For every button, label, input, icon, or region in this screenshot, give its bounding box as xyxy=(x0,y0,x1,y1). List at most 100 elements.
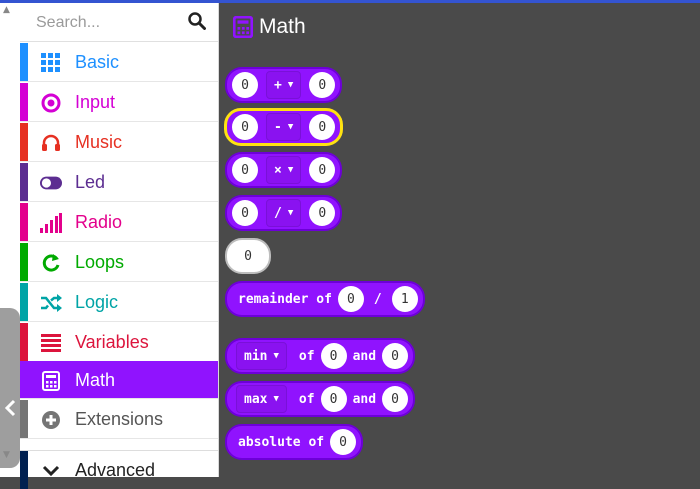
collapse-toolbox-button[interactable] xyxy=(0,388,20,428)
function-dropdown[interactable]: max ▼ xyxy=(236,385,287,413)
category-label: Music xyxy=(75,132,123,152)
category-basic[interactable]: Basic xyxy=(20,43,218,82)
right-operand[interactable]: 0 xyxy=(309,157,336,183)
category-loops[interactable]: Loops xyxy=(20,243,218,282)
right-operand[interactable]: 0 xyxy=(309,200,336,226)
category-label: Led xyxy=(75,172,106,192)
left-operand[interactable]: 0 xyxy=(232,114,258,140)
math-remainder-block[interactable]: remainder of 0 / 1 xyxy=(225,281,425,317)
toggle-icon xyxy=(40,172,62,194)
chevron-left-icon xyxy=(4,399,16,417)
workspace: Math 0 + ▼ 0 0 - ▼ 0 0 × ▼ 0 0 /▼ 0 0 remai… xyxy=(219,3,700,477)
shuffle-icon xyxy=(40,292,62,314)
category-music[interactable]: Music xyxy=(20,123,218,162)
category-input[interactable]: Input xyxy=(20,83,218,122)
math-number-block[interactable]: 0 xyxy=(225,238,271,274)
loop-arrow-icon xyxy=(40,252,62,274)
category-led[interactable]: Led xyxy=(20,163,218,202)
right-operand[interactable]: 0 xyxy=(309,72,336,98)
function-dropdown[interactable]: min ▼ xyxy=(236,342,287,370)
math-multiply-block[interactable]: 0 × ▼ 0 xyxy=(225,152,343,188)
plus-circle-icon xyxy=(40,409,62,431)
and-label: and xyxy=(352,391,377,407)
scroll-up-arrow[interactable]: ▲ xyxy=(3,5,10,15)
signal-bars-icon xyxy=(40,212,62,234)
category-color-bar xyxy=(20,283,28,321)
first-operand[interactable]: 0 xyxy=(320,343,347,369)
block-label: remainder of xyxy=(238,291,332,307)
left-operand[interactable]: 0 xyxy=(232,200,258,226)
dropdown-caret-icon: ▼ xyxy=(273,394,279,404)
dropdown-caret-icon: ▼ xyxy=(287,122,294,132)
operator-dropdown[interactable]: - ▼ xyxy=(266,113,302,141)
category-label: Math xyxy=(75,370,116,390)
math-min-block[interactable]: min ▼ of 0 and 0 xyxy=(225,338,416,374)
target-icon xyxy=(40,92,62,114)
category-color-bar xyxy=(20,323,28,361)
chevron-down-icon xyxy=(40,460,62,482)
flyout-title-text: Math xyxy=(259,15,306,38)
category-advanced[interactable]: Advanced xyxy=(20,450,218,489)
category-label: Input xyxy=(75,92,116,112)
operator-dropdown[interactable]: × ▼ xyxy=(266,156,302,184)
category-color-bar xyxy=(20,203,28,241)
left-operand[interactable]: 0 xyxy=(232,157,258,183)
math-absolute-block[interactable]: absolute of 0 xyxy=(225,424,364,460)
math-divide-block[interactable]: 0 /▼ 0 xyxy=(225,195,343,231)
category-math[interactable]: Math xyxy=(20,361,218,399)
category-radio[interactable]: Radio xyxy=(20,203,218,242)
function-label: max xyxy=(244,391,268,407)
first-operand[interactable]: 0 xyxy=(320,386,347,412)
calculator-icon xyxy=(40,370,62,392)
left-operand[interactable]: 0 xyxy=(232,72,258,98)
category-label: Variables xyxy=(75,332,149,352)
category-label: Extensions xyxy=(75,409,164,429)
category-color-bar xyxy=(20,163,28,201)
block-label: absolute of xyxy=(238,434,325,450)
flyout-title: Math xyxy=(233,15,306,39)
calculator-icon xyxy=(233,16,253,38)
category-color-bar xyxy=(20,123,28,161)
operator-label: / xyxy=(274,205,282,221)
category-logic[interactable]: Logic xyxy=(20,283,218,322)
and-label: and xyxy=(352,348,377,364)
search-box xyxy=(20,3,218,42)
category-color-bar xyxy=(20,400,28,438)
function-label: min xyxy=(244,348,268,364)
math-max-block[interactable]: max ▼ of 0 and 0 xyxy=(225,381,416,417)
right-operand[interactable]: 0 xyxy=(309,114,336,140)
operator-label: + xyxy=(274,77,282,93)
list-lines-icon xyxy=(40,332,62,354)
category-color-bar xyxy=(20,83,28,121)
search-icon[interactable] xyxy=(188,12,206,30)
operator-label: × xyxy=(274,162,282,178)
operator-dropdown[interactable]: / ▼ xyxy=(266,199,302,227)
operator-label: - xyxy=(274,119,282,135)
category-variables[interactable]: Variables xyxy=(20,323,218,362)
divider-symbol: / xyxy=(373,291,382,307)
second-operand[interactable]: 0 xyxy=(382,343,409,369)
headphones-icon xyxy=(40,132,62,154)
math-add-block[interactable]: 0 + ▼ 0 xyxy=(225,67,343,103)
of-label: of xyxy=(298,391,315,407)
operator-dropdown[interactable]: + ▼ xyxy=(266,71,302,99)
search-input[interactable] xyxy=(34,10,178,36)
dropdown-caret-icon: ▼ xyxy=(287,208,294,218)
toolbox: Basic Input Music Led Radio Loops Logic xyxy=(20,3,219,489)
value-input[interactable]: 0 xyxy=(330,429,357,455)
dropdown-caret-icon: ▼ xyxy=(287,165,294,175)
category-label: Advanced xyxy=(75,460,156,480)
second-operand[interactable]: 0 xyxy=(382,386,409,412)
dividend-input[interactable]: 0 xyxy=(337,286,364,312)
category-color-bar xyxy=(20,43,28,81)
left-gutter: ▲ ▼ xyxy=(0,3,20,477)
math-subtract-block[interactable]: 0 - ▼ 0 xyxy=(224,108,344,146)
category-color-bar xyxy=(20,243,28,281)
of-label: of xyxy=(298,348,315,364)
grid-icon xyxy=(40,52,62,74)
category-color-bar xyxy=(20,451,28,489)
category-extensions[interactable]: Extensions xyxy=(20,400,218,439)
divisor-input[interactable]: 1 xyxy=(391,286,418,312)
category-label: Radio xyxy=(75,212,123,232)
scroll-down-arrow[interactable]: ▼ xyxy=(3,450,10,460)
